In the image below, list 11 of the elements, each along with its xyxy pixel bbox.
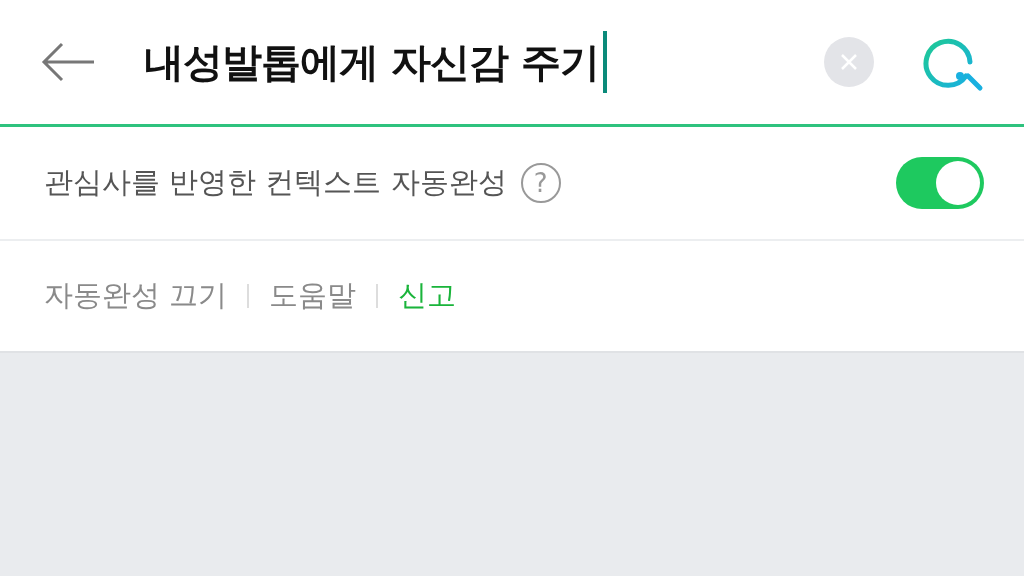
clear-button[interactable] [824,37,874,87]
text-cursor [602,31,607,93]
help-button[interactable]: ? [520,163,561,203]
close-icon [840,53,858,71]
footer-link[interactable]: 자동완성 끄기 [44,274,228,318]
footer-link[interactable]: 도움말 [269,274,357,318]
search-field[interactable]: 내성발톱에게 자신감 주기 [144,31,607,93]
toggle-switch[interactable] [896,157,984,209]
setting-label: 관심사를 반영한 컨텍스트 자동완성 [44,164,507,202]
footer-link[interactable]: 신고 [398,274,457,318]
back-icon[interactable] [40,42,96,82]
